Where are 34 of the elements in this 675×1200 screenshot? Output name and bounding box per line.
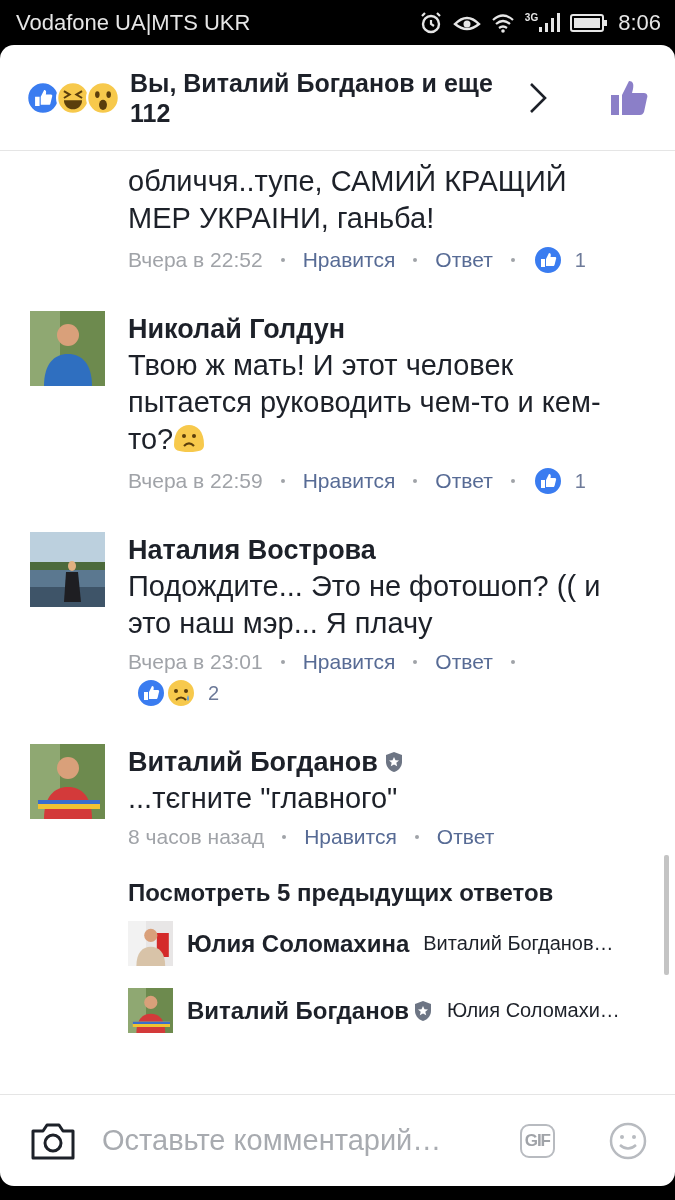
- commenter-name[interactable]: Наталия Вострова: [128, 532, 376, 568]
- comment-time: Вчера в 22:59: [128, 469, 263, 493]
- like-link[interactable]: Нравится: [302, 469, 396, 493]
- carrier-name: Vodafone UA|MTS UKR: [16, 9, 252, 36]
- reply-link[interactable]: Ответ: [436, 825, 495, 849]
- comment-text: Подождите... Это не фотошоп? (( и это наш мэр... Я плачу: [128, 569, 602, 641]
- reply-link[interactable]: Ответ: [435, 469, 493, 493]
- reply-link[interactable]: Ответ: [435, 650, 493, 674]
- comment-time: Вчера в 23:01: [128, 650, 263, 674]
- reply-preview-text: Юлия Соломахи…: [447, 999, 620, 1022]
- commenter-name[interactable]: Виталий Богданов: [128, 744, 378, 780]
- like-link[interactable]: Нравится: [302, 650, 396, 674]
- reply-author-name[interactable]: Виталий Богданов: [187, 996, 410, 1025]
- reactions-summary[interactable]: Вы, Виталий Богданов и еще 112: [130, 67, 510, 128]
- reaction-count: 1: [574, 248, 586, 272]
- comment-text: обличчя..тупе, САМИЙ КРАЩИЙ МЕР УКРАІНИ, ганьба!: [128, 163, 568, 236]
- comment-text: Твою ж мать! И этот человек пытается руководить чем-то и кем-то?: [128, 348, 602, 457]
- battery-icon: [570, 12, 609, 33]
- signal-icon: [538, 12, 561, 33]
- reaction-count: 1: [574, 469, 586, 493]
- comment-time: Вчера в 22:52: [128, 248, 263, 272]
- comment-text: ...тєгните "главного": [128, 781, 399, 816]
- view-previous-replies-link[interactable]: Посмотреть 5 предыдущих ответов: [128, 879, 675, 907]
- commenter-name[interactable]: Николай Голдун: [128, 311, 346, 347]
- clock-time: 8:06: [618, 9, 661, 36]
- reply-author-name[interactable]: Юлия Соломахина: [187, 929, 410, 958]
- comment-time: 8 часов назад: [128, 825, 265, 849]
- reply-preview-text: Виталий Богданов…: [423, 932, 614, 955]
- reply-link[interactable]: Ответ: [435, 248, 493, 272]
- wifi-icon: [490, 12, 515, 33]
- like-link[interactable]: Нравится: [304, 825, 397, 849]
- reaction-count: 2: [208, 681, 220, 705]
- network-type: 3G: [524, 12, 539, 23]
- like-link[interactable]: Нравится: [302, 248, 396, 272]
